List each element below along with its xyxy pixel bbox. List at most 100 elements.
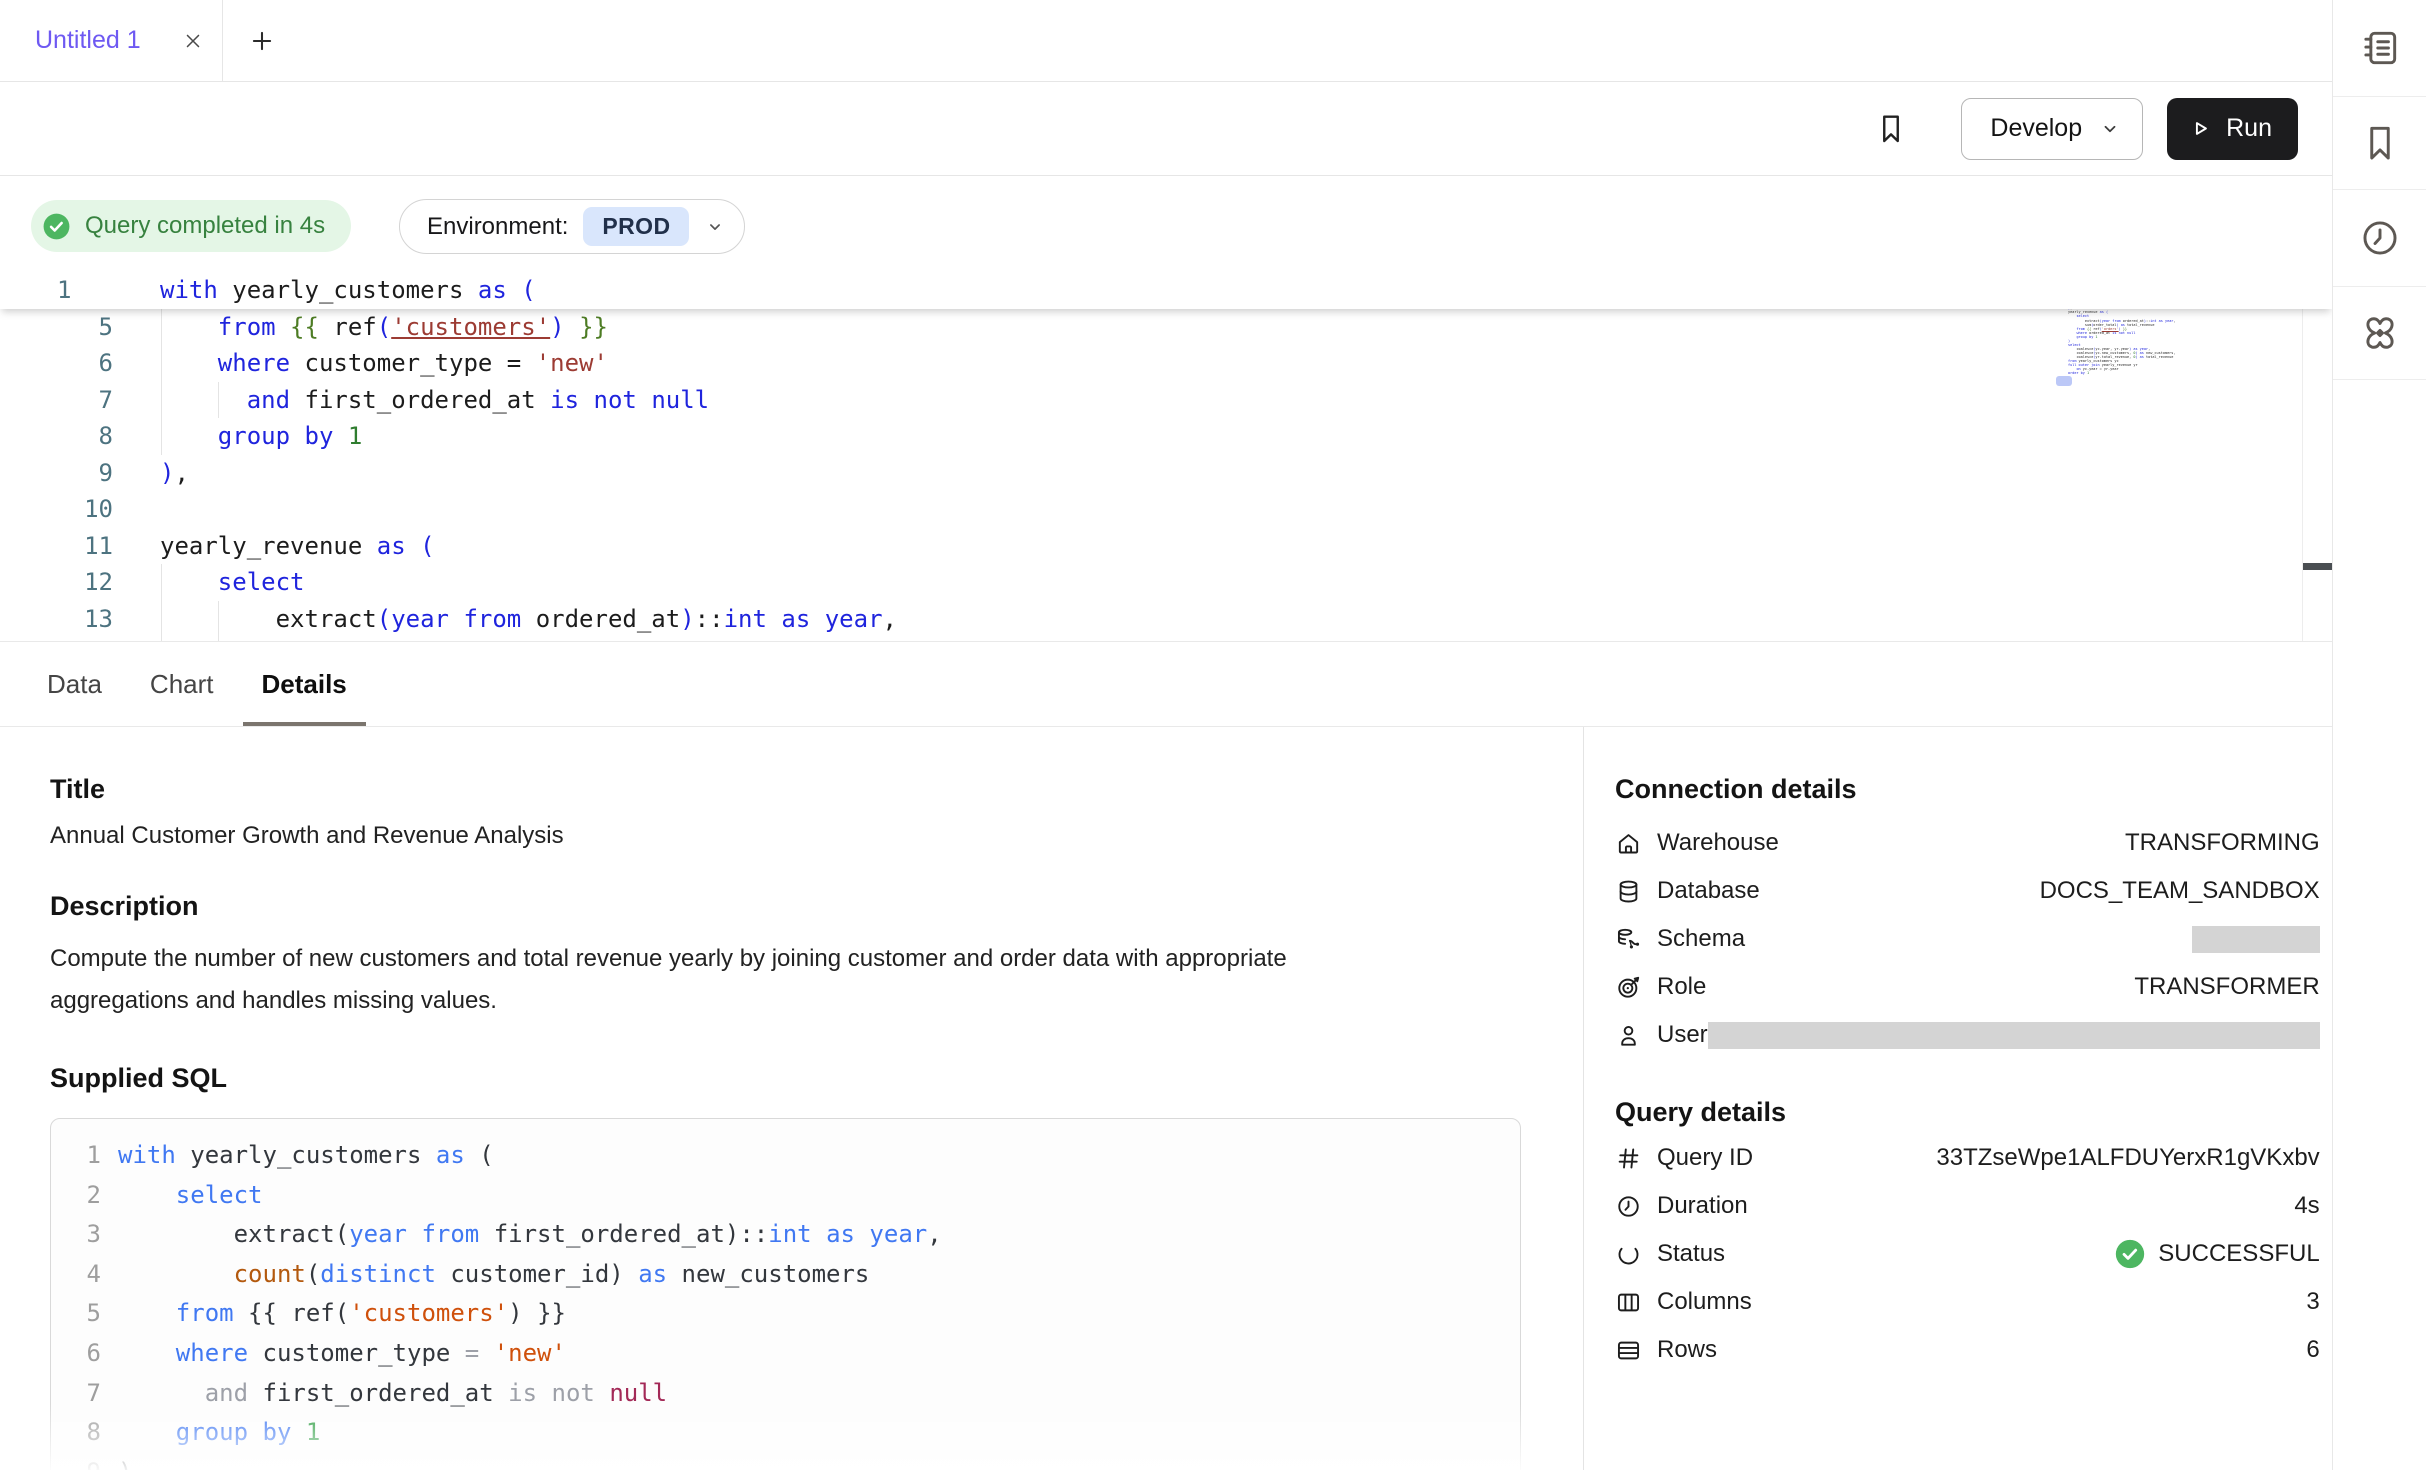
line-number: 9 (0, 455, 113, 492)
supplied-sql-line: 7 and first_ordered_at is not null (51, 1374, 1520, 1414)
indent-guide (218, 601, 219, 638)
detail-label: User (1657, 1021, 1708, 1049)
environment-selector[interactable]: Environment: PROD (399, 199, 745, 254)
editor-line[interactable]: 10 (0, 491, 2332, 528)
detail-label: Schema (1657, 925, 1745, 953)
tab-chart[interactable]: Chart (131, 642, 233, 726)
editor-scrollbar[interactable] (2302, 272, 2332, 641)
minimap-cursor-marker (2056, 376, 2072, 386)
detail-label: Status (1657, 1240, 1725, 1268)
schema-row: Schema (1615, 915, 2320, 963)
detail-value: 3 (2306, 1288, 2319, 1316)
notebook-icon (2358, 26, 2402, 70)
supplied-sql-line: 8 group by 1 (51, 1413, 1520, 1453)
supplied-sql-line: 3 extract(year from first_ordered_at)::i… (51, 1215, 1520, 1255)
schema-icon (1615, 926, 1642, 953)
redacted-value (1708, 1022, 2320, 1049)
editor-line[interactable]: 5 from {{ ref('customers') }} (0, 309, 2332, 346)
hash-icon (1615, 1145, 1642, 1172)
play-icon (2187, 115, 2214, 142)
title-value: Annual Customer Growth and Revenue Analy… (50, 822, 1583, 850)
clock-icon (2358, 216, 2402, 260)
tab-details[interactable]: Details (243, 642, 366, 726)
sidebar-item-dbt[interactable] (2333, 287, 2426, 380)
chevron-down-icon (704, 216, 726, 238)
line-number: 3 (51, 1215, 101, 1255)
query-status-text: Query completed in 4s (85, 212, 325, 240)
connection-details-heading: Connection details (1615, 774, 2320, 805)
indent-guide (161, 418, 162, 455)
right-sidebar (2332, 0, 2426, 1470)
new-tab-button[interactable] (249, 28, 275, 54)
file-tab-title: Untitled 1 (35, 26, 172, 55)
warehouse-row: Warehouse TRANSFORMING (1615, 819, 2320, 867)
editor-line[interactable]: 8 group by 1 (0, 418, 2332, 455)
status-row: StatusSUCCESSFUL (1615, 1230, 2320, 1278)
line-number: 5 (51, 1294, 101, 1334)
environment-value-pill: PROD (583, 207, 689, 246)
supplied-sql-line: 2 select (51, 1176, 1520, 1216)
supplied-sql-block[interactable]: 1with yearly_customers as (2 select3 ext… (50, 1118, 1521, 1470)
supplied-sql-line: 6 where customer_type = 'new' (51, 1334, 1520, 1374)
line-number: 9 (51, 1453, 101, 1470)
detail-value: 6 (2306, 1336, 2319, 1364)
connection-details-rows: WarehouseTRANSFORMINGDatabaseDOCS_TEAM_S… (1615, 819, 2320, 1059)
detail-value: TRANSFORMING (2125, 829, 2320, 857)
run-label: Run (2226, 114, 2272, 143)
clock-icon (1615, 1193, 1642, 1220)
tab-data[interactable]: Data (28, 642, 121, 726)
indent-guide (218, 382, 219, 419)
file-tab-untitled-1[interactable]: Untitled 1 (0, 0, 223, 81)
line-number: 11 (0, 528, 113, 565)
environment-label: Environment: (427, 213, 568, 241)
detail-label: Query ID (1657, 1144, 1753, 1172)
develop-dropdown-button[interactable]: Develop (1961, 98, 2143, 160)
line-number: 6 (51, 1334, 101, 1374)
detail-value: DOCS_TEAM_SANDBOX (2040, 877, 2320, 905)
chevron-down-icon (2098, 117, 2122, 141)
toolbar: Develop Run (0, 82, 2332, 176)
close-tab-icon[interactable] (182, 30, 204, 52)
tab-bar: Untitled 1 (0, 0, 2332, 82)
query-status-pill: Query completed in 4s (31, 200, 351, 252)
detail-value: 4s (2294, 1192, 2319, 1220)
run-button[interactable]: Run (2167, 98, 2298, 160)
detail-label: Warehouse (1657, 829, 1779, 857)
duration-row: Duration4s (1615, 1182, 2320, 1230)
editor-line[interactable]: 11yearly_revenue as ( (0, 528, 2332, 565)
editor-line[interactable]: 9), (0, 455, 2332, 492)
editor-line[interactable]: 13 extract(year from ordered_at)::int as… (0, 601, 2332, 638)
editor-line[interactable]: 6 where customer_type = 'new' (0, 345, 2332, 382)
sql-editor[interactable]: 1with yearly_customers as (5 from {{ ref… (0, 272, 2332, 641)
check-circle-icon (41, 211, 72, 242)
detail-value: TRANSFORMER (2134, 973, 2319, 1001)
sidebar-item-history[interactable] (2333, 190, 2426, 287)
develop-label: Develop (1990, 114, 2082, 143)
bookmark-button[interactable] (1873, 109, 1909, 149)
indent-guide (161, 564, 162, 601)
detail-label: Columns (1657, 1288, 1752, 1316)
result-tabs: DataChartDetails (0, 641, 2332, 727)
supplied-sql-lines: 1with yearly_customers as (2 select3 ext… (51, 1136, 1520, 1470)
sidebar-item-bookmarks[interactable] (2333, 97, 2426, 190)
sidebar-item-notebook[interactable] (2333, 0, 2426, 97)
detail-label: Role (1657, 973, 1706, 1001)
query-details-rows: Query ID33TZseWpe1ALFDUYerxR1gVKxbvDurat… (1615, 1134, 2320, 1374)
editor-sticky-line[interactable]: 1with yearly_customers as ( (0, 272, 2332, 309)
indent-guide (161, 309, 162, 346)
role-row: Role TRANSFORMER (1615, 963, 2320, 1011)
editor-scrollbar-thumb[interactable] (2303, 563, 2332, 570)
editor-line[interactable]: 12 select (0, 564, 2332, 601)
title-heading: Title (50, 774, 1583, 805)
editor-line[interactable]: 7 and first_ordered_at is not null (0, 382, 2332, 419)
line-number: 5 (0, 309, 113, 346)
line-number: 10 (0, 491, 113, 528)
indent-guide (161, 382, 162, 419)
database-icon (1615, 878, 1642, 905)
line-number: 6 (0, 345, 113, 382)
details-pane: Title Annual Customer Growth and Revenue… (0, 727, 2332, 1470)
line-number: 7 (0, 382, 113, 419)
supplied-sql-line: 4 count(distinct customer_id) as new_cus… (51, 1255, 1520, 1295)
line-number: 12 (0, 564, 113, 601)
bookmark-icon (2358, 121, 2402, 165)
